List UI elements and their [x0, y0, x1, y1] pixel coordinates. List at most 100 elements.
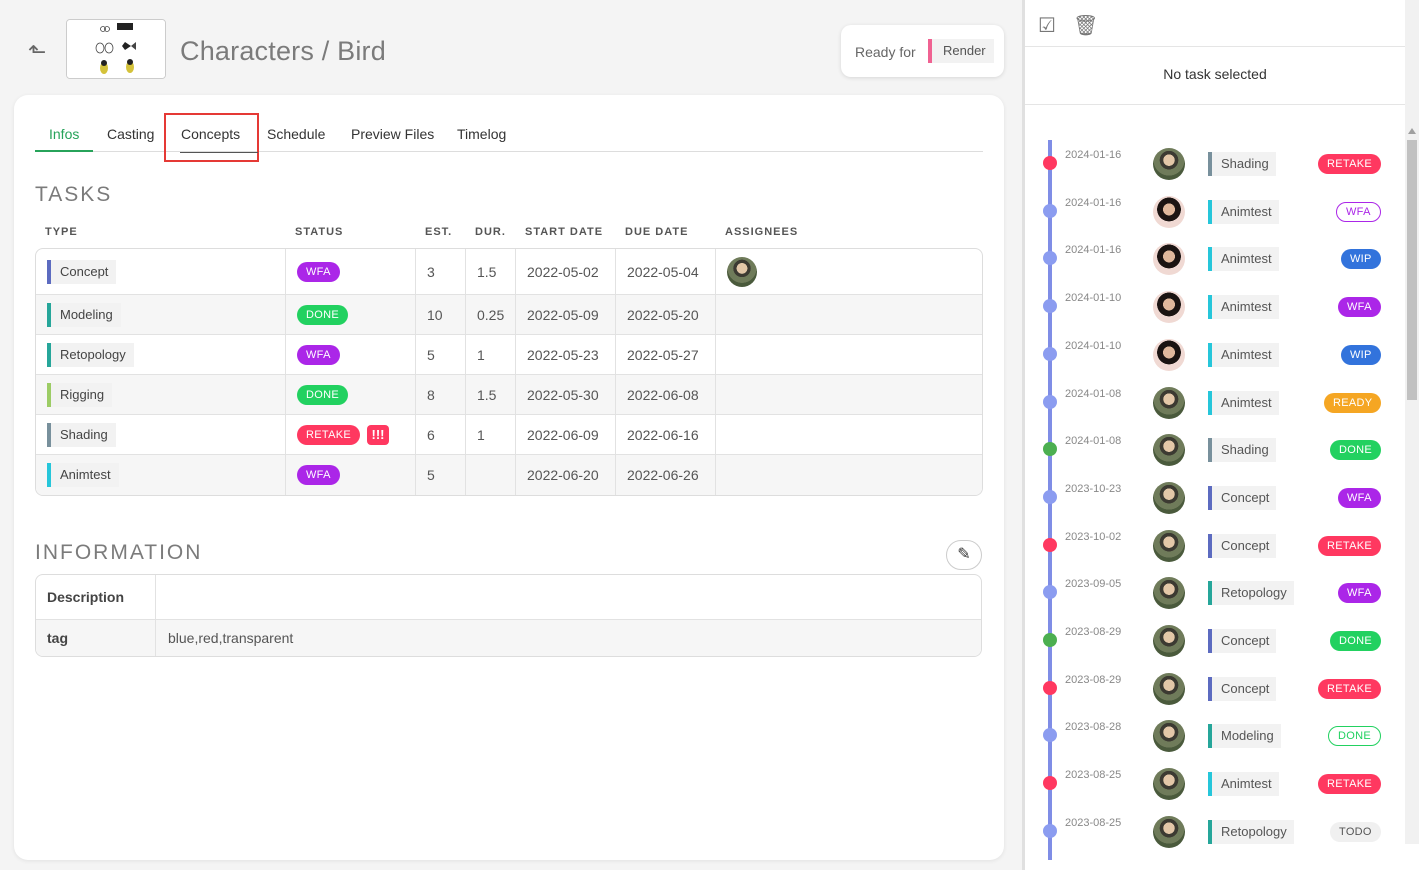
status-badge[interactable]: WFA [1338, 583, 1381, 604]
task-type-chip[interactable]: Retopology [47, 342, 134, 367]
timeline-item[interactable]: 2023-08-25 Retopology TODO [1025, 808, 1405, 855]
timeline-task-type[interactable]: Retopology [1208, 581, 1294, 606]
timeline-task-type[interactable]: Shading [1208, 438, 1276, 463]
timeline-item[interactable]: 2024-01-10 Animtest WFA [1025, 283, 1405, 330]
timeline-item[interactable]: 2023-08-29 Concept RETAKE [1025, 665, 1405, 712]
task-dur[interactable]: 1.5 [477, 387, 496, 403]
timeline-task-type[interactable]: Concept [1208, 533, 1277, 558]
edit-icon[interactable]: ✎ [946, 540, 982, 570]
status-badge[interactable]: WFA [297, 261, 340, 282]
status-badge[interactable]: RETAKE [1318, 154, 1381, 174]
task-est[interactable]: 6 [427, 427, 435, 443]
timeline-task-type[interactable]: Animtest [1208, 199, 1279, 224]
task-dur[interactable]: 1.5 [477, 264, 496, 280]
tab-preview-files[interactable]: Preview Files [351, 126, 434, 142]
task-est[interactable]: 5 [427, 467, 435, 483]
task-est[interactable]: 5 [427, 347, 435, 363]
status-badge[interactable]: TODO [1330, 821, 1381, 842]
entity-thumbnail[interactable] [66, 19, 166, 79]
ready-for-chip[interactable]: Render [928, 39, 994, 63]
task-type-chip[interactable]: Rigging [47, 382, 113, 407]
timeline-item[interactable]: 2024-01-16 Animtest WIP [1025, 235, 1405, 282]
timeline-item[interactable]: 2024-01-08 Animtest READY [1025, 379, 1405, 426]
task-type-chip[interactable]: Concept [47, 259, 117, 284]
task-due-date[interactable]: 2022-05-20 [627, 307, 699, 323]
timeline-item[interactable]: 2023-10-02 Concept RETAKE [1025, 522, 1405, 569]
timeline-item[interactable]: 2023-08-29 Concept DONE [1025, 617, 1405, 664]
task-dur[interactable]: 1 [477, 427, 485, 443]
status-badge[interactable]: READY [1324, 392, 1382, 413]
tab-casting[interactable]: Casting [107, 126, 154, 142]
task-row[interactable]: Concept WFA 3 1.5 2022-05-02 2022-05-04 [36, 249, 982, 295]
avatar[interactable] [727, 256, 757, 287]
timeline-item[interactable]: 2023-08-25 Animtest RETAKE [1025, 760, 1405, 807]
task-type-chip[interactable]: Modeling [47, 302, 121, 327]
timeline-task-type[interactable]: Animtest [1208, 247, 1279, 272]
status-badge[interactable]: DONE [1328, 726, 1381, 747]
timeline-task-type[interactable]: Concept [1208, 485, 1277, 510]
task-type-chip[interactable]: Animtest [47, 463, 119, 487]
task-due-date[interactable]: 2022-06-16 [627, 427, 699, 443]
status-badge[interactable]: WFA [297, 344, 340, 365]
task-start-date[interactable]: 2022-06-09 [527, 427, 599, 443]
timeline-task-type[interactable]: Animtest [1208, 772, 1279, 797]
back-arrow-icon[interactable]: ⬑ [28, 40, 52, 64]
timeline-task-type[interactable]: Retopology [1208, 819, 1294, 844]
scroll-thumb[interactable] [1407, 140, 1417, 400]
status-badge[interactable]: RETAKE [1318, 535, 1381, 556]
timeline-item[interactable]: 2024-01-16 Animtest WFA [1025, 188, 1405, 235]
timeline-item[interactable]: 2024-01-08 Shading DONE [1025, 426, 1405, 473]
timeline-task-type[interactable]: Modeling [1208, 724, 1281, 749]
side-scrollbar[interactable] [1405, 0, 1419, 844]
tab-infos[interactable]: Infos [49, 126, 79, 142]
task-est[interactable]: 3 [427, 264, 435, 280]
status-badge[interactable]: RETAKE [1318, 774, 1381, 795]
scroll-up-icon[interactable] [1408, 128, 1416, 134]
timeline-item[interactable]: 2024-01-10 Animtest WIP [1025, 331, 1405, 378]
task-row[interactable]: Shading RETAKE!!! 6 1 2022-06-09 2022-06-16 [36, 415, 982, 455]
trash-icon[interactable]: 🗑 [1073, 14, 1098, 38]
task-row[interactable]: Animtest WFA 5 2022-06-20 2022-06-26 [36, 455, 982, 495]
timeline-task-type[interactable]: Shading [1208, 152, 1276, 176]
task-type-chip[interactable]: Shading [47, 422, 116, 447]
tab-schedule[interactable]: Schedule [267, 126, 325, 142]
task-start-date[interactable]: 2022-05-02 [527, 264, 599, 280]
status-badge[interactable]: DONE [297, 304, 348, 325]
info-value[interactable]: blue,red,transparent [168, 620, 293, 656]
status-badge[interactable]: DONE [297, 384, 348, 405]
task-start-date[interactable]: 2022-05-09 [527, 307, 599, 323]
status-badge[interactable]: RETAKE [1318, 678, 1381, 699]
status-badge[interactable]: WFA [1338, 487, 1381, 508]
status-badge[interactable]: WFA [297, 465, 340, 485]
task-row[interactable]: Rigging DONE 8 1.5 2022-05-30 2022-06-08 [36, 375, 982, 415]
checkbox-icon[interactable]: ☑ [1035, 14, 1059, 38]
tab-timelog[interactable]: Timelog [457, 126, 506, 142]
timeline-item[interactable]: 2023-09-05 Retopology WFA [1025, 569, 1405, 616]
task-est[interactable]: 10 [427, 307, 443, 323]
task-start-date[interactable]: 2022-06-20 [527, 467, 599, 483]
task-due-date[interactable]: 2022-06-26 [627, 467, 699, 483]
status-badge[interactable]: RETAKE [297, 424, 360, 445]
status-badge[interactable]: DONE [1330, 631, 1381, 651]
timeline-item[interactable]: 2023-08-28 Modeling DONE [1025, 712, 1405, 759]
task-est[interactable]: 8 [427, 387, 435, 403]
task-start-date[interactable]: 2022-05-23 [527, 347, 599, 363]
task-start-date[interactable]: 2022-05-30 [527, 387, 599, 403]
timeline-task-type[interactable]: Animtest [1208, 295, 1279, 320]
status-badge[interactable]: WIP [1341, 249, 1381, 270]
timeline-task-type[interactable]: Animtest [1208, 390, 1279, 415]
status-badge[interactable]: DONE [1330, 440, 1381, 461]
task-row[interactable]: Modeling DONE 10 0.25 2022-05-09 2022-05-20 [36, 295, 982, 335]
task-due-date[interactable]: 2022-05-04 [627, 264, 699, 280]
timeline-task-type[interactable]: Concept [1208, 676, 1277, 701]
task-row[interactable]: Retopology WFA 5 1 2022-05-23 2022-05-27 [36, 335, 982, 375]
status-badge[interactable]: WFA [1338, 297, 1381, 318]
task-dur[interactable]: 0.25 [477, 307, 504, 323]
task-due-date[interactable]: 2022-06-08 [627, 387, 699, 403]
task-dur[interactable]: 1 [477, 347, 485, 363]
status-badge[interactable]: WIP [1341, 344, 1381, 365]
status-badge[interactable]: WFA [1336, 201, 1381, 222]
task-due-date[interactable]: 2022-05-27 [627, 347, 699, 363]
timeline-item[interactable]: 2024-01-16 Shading RETAKE [1025, 140, 1405, 187]
timeline-task-type[interactable]: Concept [1208, 629, 1277, 653]
